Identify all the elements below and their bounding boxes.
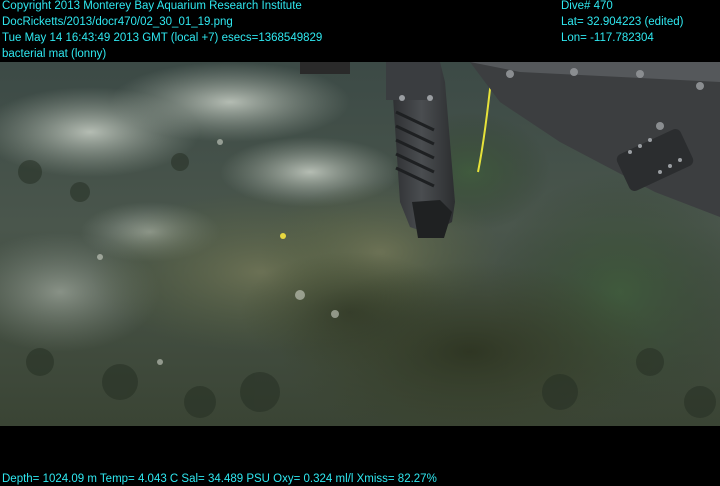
annotation-text: bacterial mat (lonny) (2, 48, 107, 60)
timestamp-text: Tue May 14 16:43:49 2013 GMT (local +7) … (2, 32, 323, 44)
telemetry-text: Depth= 1024.09 m Temp= 4.043 C Sal= 34.4… (2, 473, 437, 485)
seafloor-scene (0, 62, 720, 426)
filename-text: DocRicketts/2013/docr470/02_30_01_19.png (2, 16, 233, 28)
seafloor-image (0, 62, 720, 426)
longitude-text: Lon= -117.782304 (561, 32, 654, 44)
dive-number-text: Dive# 470 (561, 0, 613, 12)
latitude-text: Lat= 32.904223 (edited) (561, 16, 684, 28)
copyright-text: Copyright 2013 Monterey Bay Aquarium Res… (2, 0, 302, 12)
